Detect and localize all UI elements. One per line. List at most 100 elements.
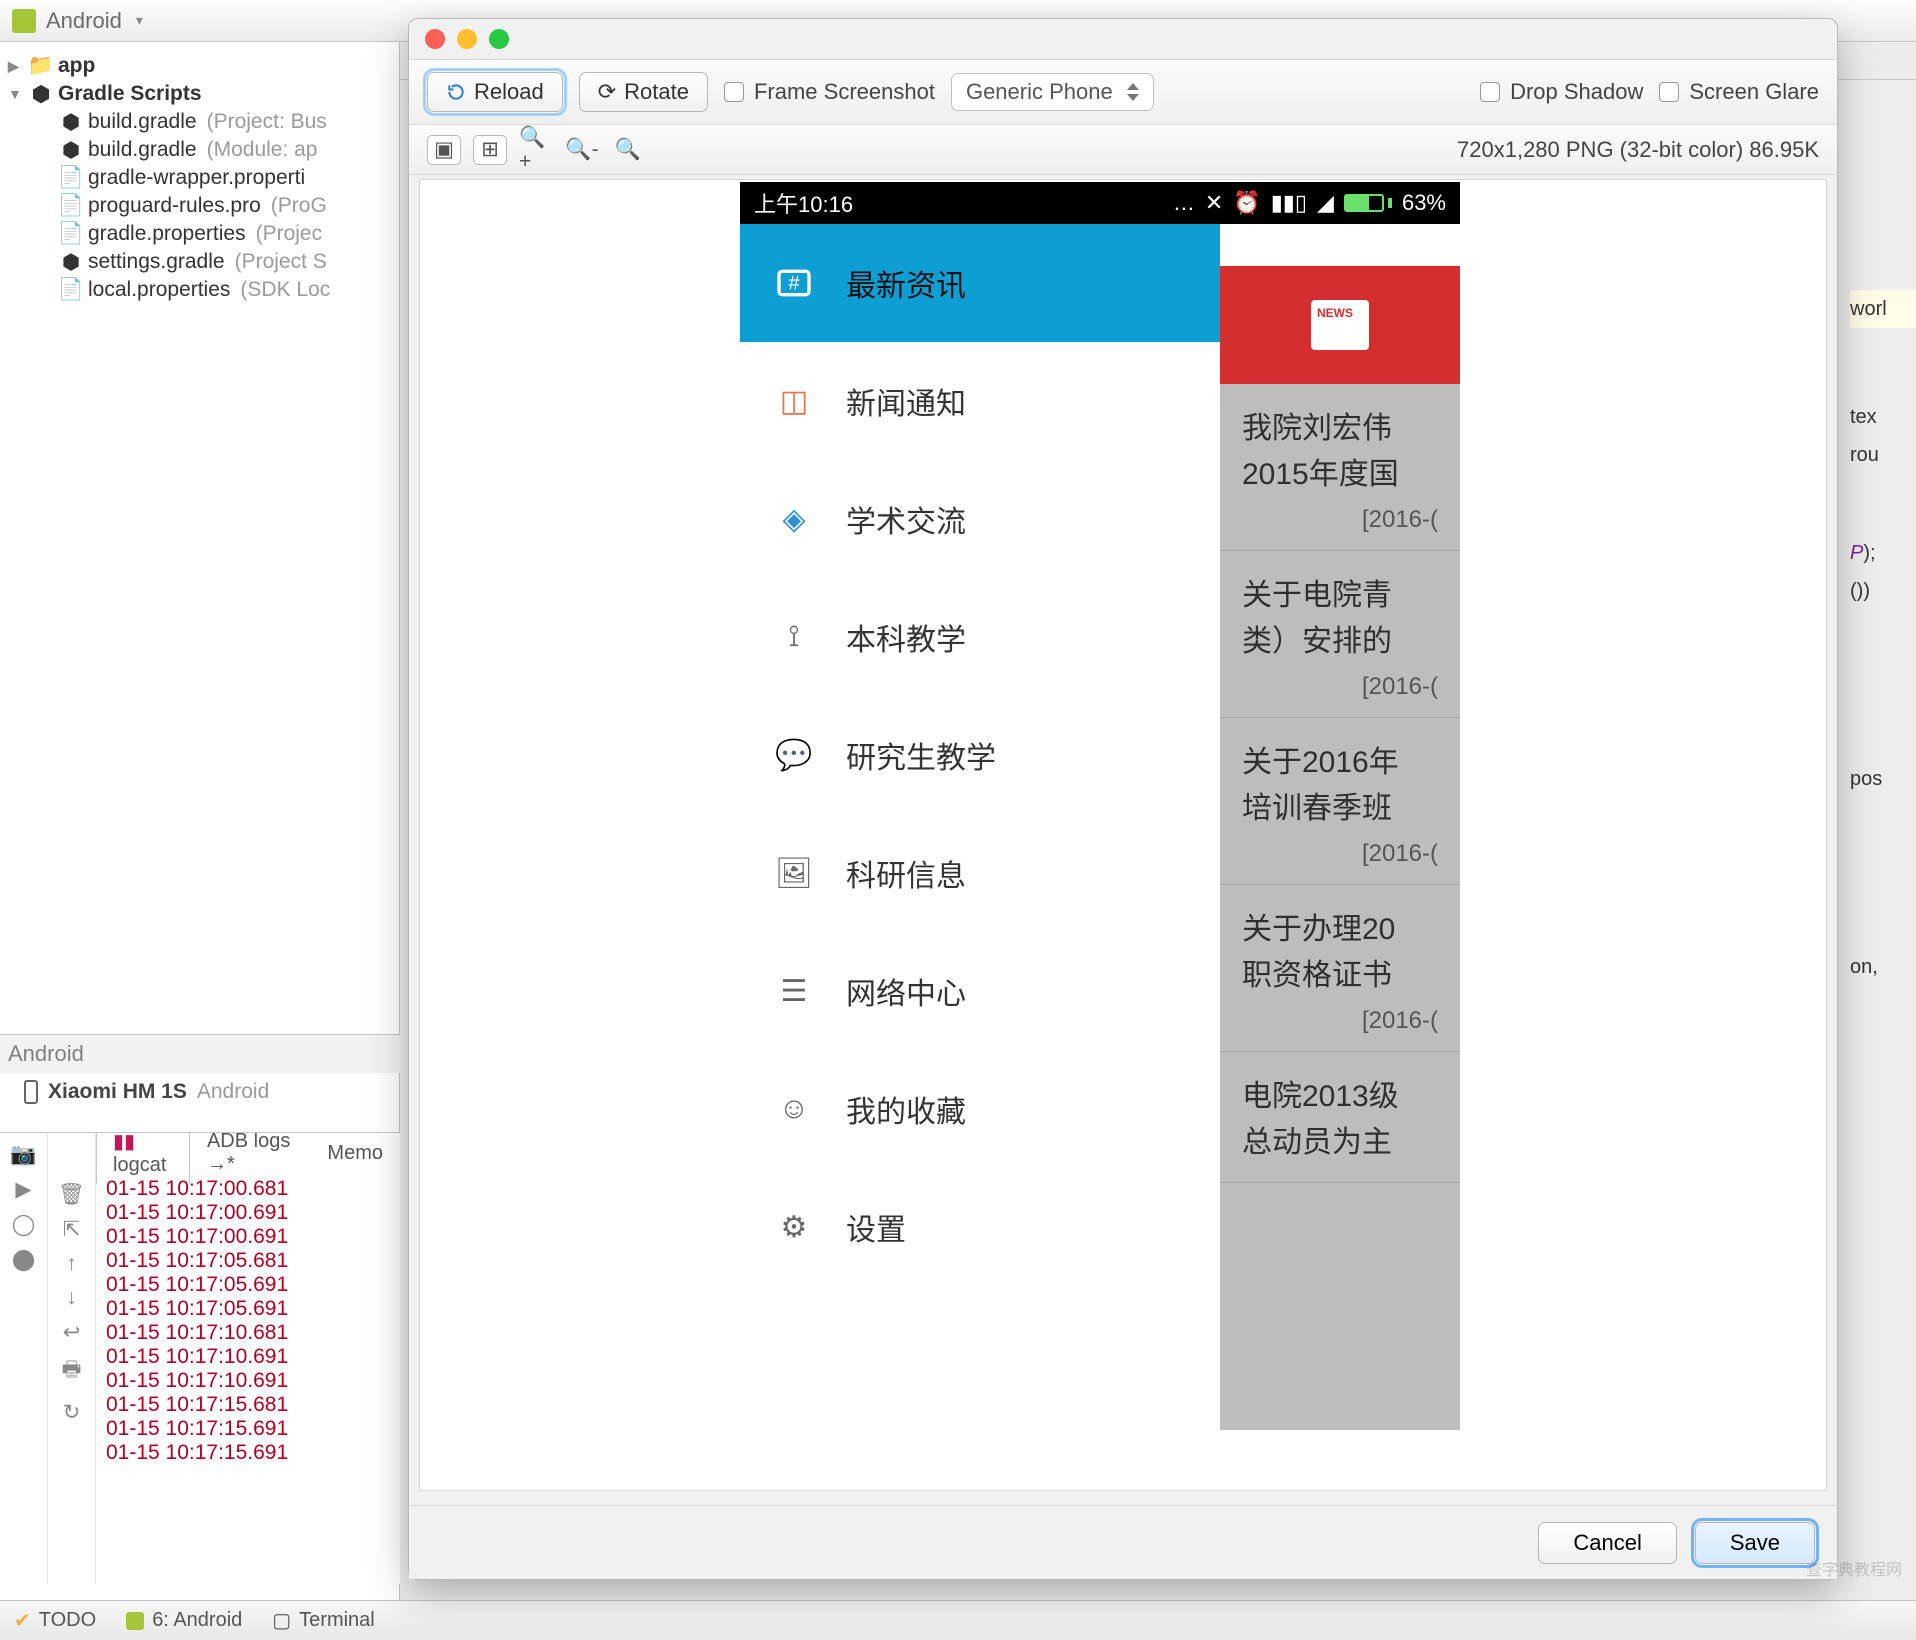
drop-shadow-checkbox[interactable]: Drop Shadow xyxy=(1480,79,1643,105)
traffic-max-icon[interactable] xyxy=(489,29,509,49)
hero-banner[interactable] xyxy=(1220,266,1460,384)
tree-item[interactable]: 📄gradle-wrapper.properti xyxy=(4,164,395,192)
android-pane-label[interactable]: Android xyxy=(0,1034,400,1073)
phone-icon xyxy=(24,1080,38,1104)
drawer-research[interactable]: 🖼科研信息 xyxy=(740,814,1220,932)
image-info-label: 720x1,280 PNG (32-bit color) 86.95K xyxy=(1457,137,1819,163)
tab-adb-logs[interactable]: ADB logs →* xyxy=(190,1133,310,1183)
article-item[interactable]: 电院2013级总动员为主 xyxy=(1220,1052,1460,1183)
traffic-min-icon[interactable] xyxy=(457,29,477,49)
tree-app[interactable]: ▶📁app xyxy=(4,52,395,80)
alarm-icon: ⏰ xyxy=(1233,190,1260,216)
layers-icon: ◈ xyxy=(770,495,818,543)
app-content: 我院刘宏伟2015年度国[2016-( 关于电院青类）安排的[2016-( 关于… xyxy=(1220,266,1460,1430)
screen-glare-checkbox[interactable]: Screen Glare xyxy=(1659,79,1819,105)
save-button[interactable]: Save xyxy=(1695,1522,1815,1564)
nav-drawer: # 最新资讯 ◫新闻通知 ◈学术交流 ⟟本科教学 💬研究生教学 🖼科研信息 ☰网… xyxy=(740,224,1220,1430)
tree-item[interactable]: 📄local.properties(SDK Loc xyxy=(4,276,395,304)
tree-item[interactable]: ⬢build.gradle(Module: ap xyxy=(4,136,395,164)
up-icon[interactable]: ↑ xyxy=(66,1252,77,1276)
android-toolwindow-button[interactable]: 6: Android xyxy=(126,1609,242,1632)
zoom-actual-button[interactable]: ⊞ xyxy=(473,135,507,165)
log-line: 01-15 10:17:05.691 xyxy=(106,1273,390,1297)
reload-icon xyxy=(446,82,466,102)
gear-icon: ⚙ xyxy=(770,1203,818,1251)
drawer-news-notice[interactable]: ◫新闻通知 xyxy=(740,342,1220,460)
article-item[interactable]: 关于电院青类）安排的[2016-( xyxy=(1220,551,1460,718)
zoom-reset-button[interactable]: 🔍 xyxy=(611,135,645,165)
dropdown-caret-icon[interactable]: ▾ xyxy=(136,12,143,29)
tree-item[interactable]: 📄gradle.properties(Projec xyxy=(4,220,395,248)
zoom-in-button[interactable]: 🔍+ xyxy=(519,135,553,165)
down-icon[interactable]: ↓ xyxy=(66,1286,77,1310)
android-logo-icon xyxy=(12,9,36,33)
log-gutter-2: 🗑 ⇱ ↑ ↓ ↩ 🖶 ↻ xyxy=(48,1133,96,1584)
tree-item[interactable]: ⬢build.gradle(Project: Bus xyxy=(4,108,395,136)
pin-icon: ⟟ xyxy=(770,613,818,661)
battery-pct: 63% xyxy=(1402,190,1446,216)
screenshot-canvas[interactable]: 上午10:16 … ✕ ⏰ ▮▮▯ ◢ 63% # xyxy=(419,179,1827,1491)
hash-icon: # xyxy=(770,259,818,307)
device-frame-select[interactable]: Generic Phone xyxy=(951,73,1154,111)
chat-icon: 💬 xyxy=(770,731,818,779)
article-item[interactable]: 关于办理20职资格证书[2016-( xyxy=(1220,885,1460,1052)
rotate-icon: ⟳ xyxy=(598,79,616,105)
drawer-settings[interactable]: ⚙设置 xyxy=(740,1168,1220,1286)
rotate-button[interactable]: ⟳ Rotate xyxy=(579,72,708,112)
tab-memory[interactable]: Memo xyxy=(310,1135,400,1172)
play-icon[interactable]: ▶ xyxy=(15,1177,31,1202)
battery-icon xyxy=(1344,194,1392,212)
log-line: 01-15 10:17:10.691 xyxy=(106,1369,390,1393)
zoom-fit-button[interactable]: ▣ xyxy=(427,135,461,165)
drawer-undergrad[interactable]: ⟟本科教学 xyxy=(740,578,1220,696)
restart-icon[interactable]: ↻ xyxy=(63,1400,81,1425)
log-line: 01-15 10:17:15.691 xyxy=(106,1417,390,1441)
bottom-toolbar: ✔TODO 6: Android ▢Terminal xyxy=(0,1600,1916,1640)
reload-button[interactable]: Reload xyxy=(427,72,563,112)
camera-icon[interactable]: 📷 xyxy=(10,1143,36,1167)
drawer-network[interactable]: ☰网络中心 xyxy=(740,932,1220,1050)
tree-gradle-scripts[interactable]: ▼⬢Gradle Scripts xyxy=(4,80,395,108)
terminal-button[interactable]: ▢Terminal xyxy=(272,1608,374,1633)
zoom-out-button[interactable]: 🔍- xyxy=(565,135,599,165)
screenshot-dialog: Reload ⟳ Rotate Frame Screenshot Generic… xyxy=(408,18,1838,1580)
project-selector[interactable]: Android xyxy=(46,8,122,34)
code-fragment: worl tex rou P); ()) pos on, xyxy=(1850,290,1916,986)
status-bar: 上午10:16 … ✕ ⏰ ▮▮▯ ◢ 63% xyxy=(740,182,1460,224)
wifi-icon: ▮▮▯ xyxy=(1271,190,1307,216)
dialog-footer: Cancel Save xyxy=(409,1505,1837,1579)
clock-label: 上午10:16 xyxy=(754,187,853,219)
device-selector[interactable]: Xiaomi HM 1S Android xyxy=(24,1080,269,1104)
cancel-button[interactable]: Cancel xyxy=(1538,1522,1676,1564)
drawer-favorites[interactable]: ☺我的收藏 xyxy=(740,1050,1220,1168)
trash-icon[interactable]: 🗑 xyxy=(58,1183,85,1207)
drawer-academic[interactable]: ◈学术交流 xyxy=(740,460,1220,578)
record-icon[interactable]: ◯ xyxy=(12,1212,36,1237)
article-item[interactable]: 关于2016年培训春季班[2016-( xyxy=(1220,718,1460,885)
traffic-close-icon[interactable] xyxy=(425,29,445,49)
tree-item[interactable]: 📄proguard-rules.pro(ProG xyxy=(4,192,395,220)
drawer-latest-news[interactable]: # 最新资讯 xyxy=(740,224,1220,342)
tree-item[interactable]: ⬢settings.gradle(Project S xyxy=(4,248,395,276)
dialog-titlebar[interactable] xyxy=(409,19,1837,59)
export-icon[interactable]: ⇱ xyxy=(63,1217,81,1242)
news-icon xyxy=(1311,300,1369,350)
frame-screenshot-checkbox[interactable]: Frame Screenshot xyxy=(724,79,935,105)
wrap-icon[interactable]: ↩ xyxy=(63,1320,81,1345)
log-line: 01-15 10:17:00.691 xyxy=(106,1201,390,1225)
logcat-pane: 📷 ▶ ◯ ⬤ 🗑 ⇱ ↑ ↓ ↩ 🖶 ↻ ▮▮ logcat ADB logs… xyxy=(0,1132,400,1584)
print-icon[interactable]: 🖶 xyxy=(62,1355,82,1390)
image-icon: 🖼 xyxy=(770,849,818,897)
server-icon: ☰ xyxy=(770,967,818,1015)
stop-icon[interactable]: ⬤ xyxy=(12,1247,36,1272)
log-line: 01-15 10:17:05.691 xyxy=(106,1297,390,1321)
article-item[interactable]: 我院刘宏伟2015年度国[2016-( xyxy=(1220,384,1460,551)
log-line: 01-15 10:17:00.681 xyxy=(106,1177,390,1201)
drawer-graduate[interactable]: 💬研究生教学 xyxy=(740,696,1220,814)
log-output[interactable]: 01-15 10:17:00.681 01-15 10:17:00.691 01… xyxy=(96,1173,400,1469)
todo-button[interactable]: ✔TODO xyxy=(14,1608,96,1633)
signal-icon: … xyxy=(1173,190,1195,216)
device-screenshot: 上午10:16 … ✕ ⏰ ▮▮▯ ◢ 63% # xyxy=(740,182,1460,1430)
svg-text:#: # xyxy=(788,273,800,295)
log-line: 01-15 10:17:10.681 xyxy=(106,1321,390,1345)
